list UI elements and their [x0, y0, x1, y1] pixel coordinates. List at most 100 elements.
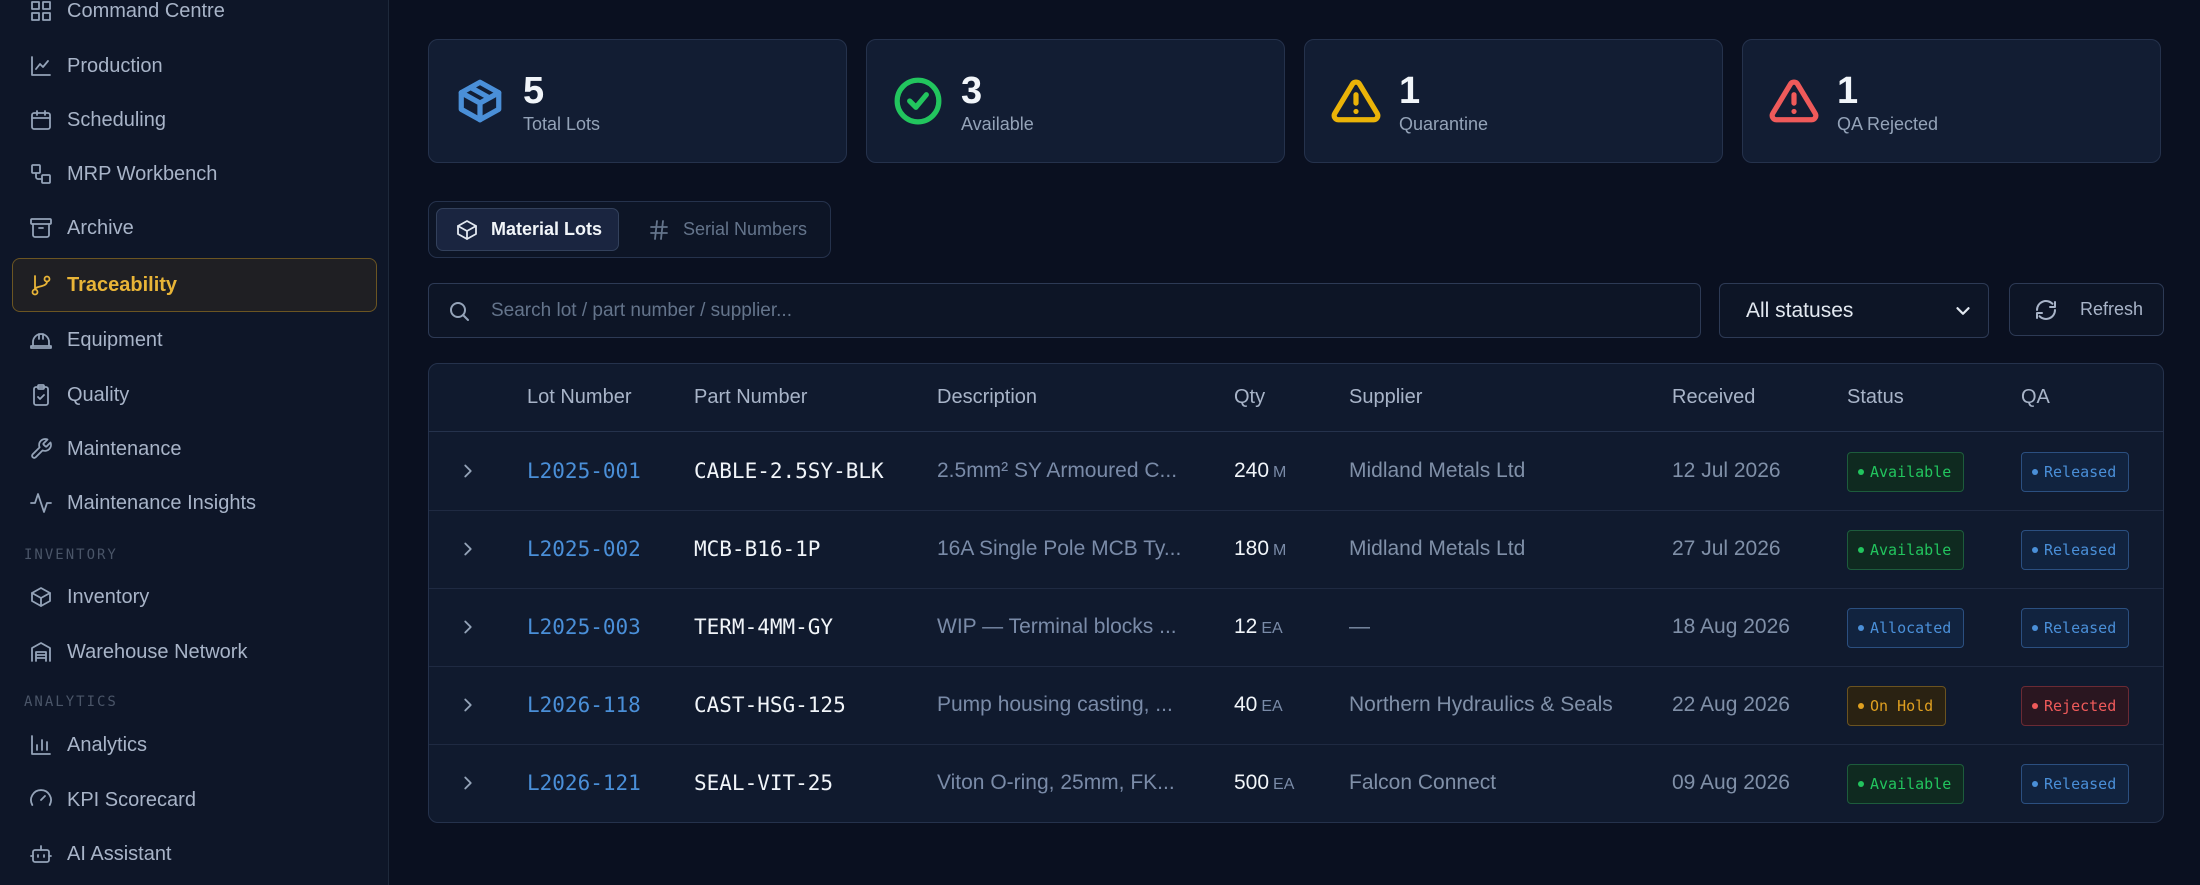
workflow-icon [29, 162, 53, 186]
package-icon [455, 76, 505, 126]
quantity-unit: EA [1273, 776, 1295, 793]
received-date: 09 Aug 2026 [1672, 771, 1790, 794]
chevron-right-icon[interactable] [457, 616, 479, 638]
part-number: CAST-HSG-125 [694, 693, 846, 717]
sidebar-item-traceability[interactable]: Traceability [12, 258, 377, 312]
column-header-supplier[interactable]: Supplier [1349, 386, 1422, 409]
qa-badge: Rejected [2021, 686, 2130, 726]
column-header-qty[interactable]: Qty [1234, 386, 1265, 409]
stat-card-available: 3 Available [866, 39, 1285, 163]
quantity-value: 240 [1234, 459, 1270, 482]
sidebar-item-label: Traceability [67, 273, 178, 296]
tab-material-lots[interactable]: Material Lots [436, 208, 619, 251]
alert-triangle-icon [1769, 76, 1819, 126]
sidebar-item-warehouse-network[interactable]: Warehouse Network [12, 625, 377, 679]
lot-number-link[interactable]: L2025-003 [527, 615, 641, 639]
search-icon [447, 299, 471, 323]
status-filter-select[interactable]: All statuses [1719, 283, 1989, 338]
supplier: Midland Metals Ltd [1349, 537, 1526, 560]
quantity-value: 500 [1234, 771, 1270, 794]
bar-chart-icon [29, 733, 53, 757]
stat-card-qa-rejected: 1 QA Rejected [1742, 39, 2161, 163]
activity-icon [29, 491, 53, 515]
wrench-icon [29, 437, 53, 461]
column-header-status[interactable]: Status [1847, 386, 1904, 409]
sidebar-item-maintenance-insights[interactable]: Maintenance Insights [12, 476, 377, 530]
stat-label: Quarantine [1399, 114, 1489, 134]
sidebar-item-command-centre[interactable]: Command Centre [12, 0, 377, 38]
sidebar-item-production[interactable]: Production [12, 39, 377, 93]
received-date: 18 Aug 2026 [1672, 615, 1790, 638]
part-number: TERM-4MM-GY [694, 615, 834, 639]
sidebar-item-mrp-workbench[interactable]: MRP Workbench [12, 147, 377, 201]
sidebar-item-label: Archive [67, 216, 134, 239]
calendar-icon [29, 108, 53, 132]
part-number: CABLE-2.5SY-BLK [694, 459, 884, 483]
quantity-unit: M [1273, 542, 1287, 559]
search-input[interactable] [491, 284, 1681, 337]
tab-label: Material Lots [491, 219, 603, 239]
qa-badge: Released [2021, 764, 2130, 804]
column-header-description[interactable]: Description [937, 386, 1037, 409]
quantity-unit: EA [1261, 620, 1283, 637]
chevron-right-icon[interactable] [457, 772, 479, 794]
sidebar-item-quality[interactable]: Quality [12, 368, 377, 422]
material-lots-table: Lot Number Part Number Description Qty S… [428, 363, 2164, 823]
sidebar-item-label: Equipment [67, 328, 163, 351]
git-branch-icon [29, 273, 53, 297]
lot-number-link[interactable]: L2025-002 [527, 537, 641, 561]
stat-value: 5 [523, 70, 545, 112]
qa-badge: Released [2021, 530, 2130, 570]
sidebar-item-maintenance[interactable]: Maintenance [12, 422, 377, 476]
warning-icon [1331, 76, 1381, 126]
sidebar-item-ai-assistant[interactable]: AI Assistant [12, 827, 377, 881]
refresh-button[interactable]: Refresh [2009, 283, 2164, 336]
sidebar-item-kpi-scorecard[interactable]: KPI Scorecard [12, 773, 377, 827]
sidebar-item-scheduling[interactable]: Scheduling [12, 93, 377, 147]
lot-number-link[interactable]: L2025-001 [527, 459, 641, 483]
tab-serial-numbers[interactable]: Serial Numbers [629, 208, 819, 251]
lot-number-link[interactable]: L2026-121 [527, 771, 641, 795]
qa-badge-label: Released [2044, 775, 2117, 793]
view-tabs: Material Lots Serial Numbers [428, 201, 831, 258]
status-badge: Allocated [1847, 608, 1965, 648]
bot-icon [29, 842, 53, 866]
column-header-qa[interactable]: QA [2021, 386, 2050, 409]
column-header-received[interactable]: Received [1672, 386, 1755, 409]
refresh-label: Refresh [2080, 299, 2144, 319]
description: 2.5mm² SY Armoured C... [937, 459, 1178, 482]
chevron-right-icon[interactable] [457, 460, 479, 482]
quantity: 180 M [1234, 537, 1286, 561]
status-filter-value: All statuses [1746, 298, 1854, 322]
check-circle-icon [893, 76, 943, 126]
table-header: Lot Number Part Number Description Qty S… [429, 364, 2163, 432]
table-row[interactable]: L2026-121 SEAL-VIT-25 Viton O-ring, 25mm, … [429, 745, 2163, 822]
status-badge-label: Available [1870, 541, 1952, 559]
sidebar-item-label: Maintenance Insights [67, 491, 257, 514]
chevron-right-icon[interactable] [457, 694, 479, 716]
search-box [428, 283, 1701, 338]
description: Pump housing casting, ... [937, 693, 1173, 716]
sidebar-item-inventory[interactable]: Inventory [12, 570, 377, 624]
column-header-part-number[interactable]: Part Number [694, 386, 807, 409]
qa-badge-label: Released [2044, 619, 2117, 637]
lot-number-link[interactable]: L2026-118 [527, 693, 641, 717]
quantity-value: 40 [1234, 693, 1258, 716]
table-row[interactable]: L2025-002 MCB-B16-1P 16A Single Pole MCB T… [429, 511, 2163, 589]
supplier: — [1349, 615, 1370, 638]
sidebar-item-archive[interactable]: Archive [12, 201, 377, 255]
sidebar-item-label: Inventory [67, 585, 150, 608]
table-row[interactable]: L2025-003 TERM-4MM-GY WIP — Terminal block… [429, 589, 2163, 667]
received-date: 12 Jul 2026 [1672, 459, 1781, 482]
sidebar-item-analytics[interactable]: Analytics [12, 718, 377, 772]
column-header-lot-number[interactable]: Lot Number [527, 386, 632, 409]
qa-badge: Released [2021, 608, 2130, 648]
status-badge-label: On Hold [1870, 697, 1934, 715]
table-row[interactable]: L2026-118 CAST-HSG-125 Pump housing castin… [429, 667, 2163, 745]
chevron-right-icon[interactable] [457, 538, 479, 560]
supplier: Midland Metals Ltd [1349, 459, 1526, 482]
sidebar-item-equipment[interactable]: Equipment [12, 313, 377, 367]
sidebar-item-label: Analytics [67, 733, 148, 756]
table-row[interactable]: L2025-001 CABLE-2.5SY-BLK 2.5mm² SY Armour… [429, 433, 2163, 511]
sidebar: Command Centre Production Scheduling MRP… [0, 0, 389, 885]
